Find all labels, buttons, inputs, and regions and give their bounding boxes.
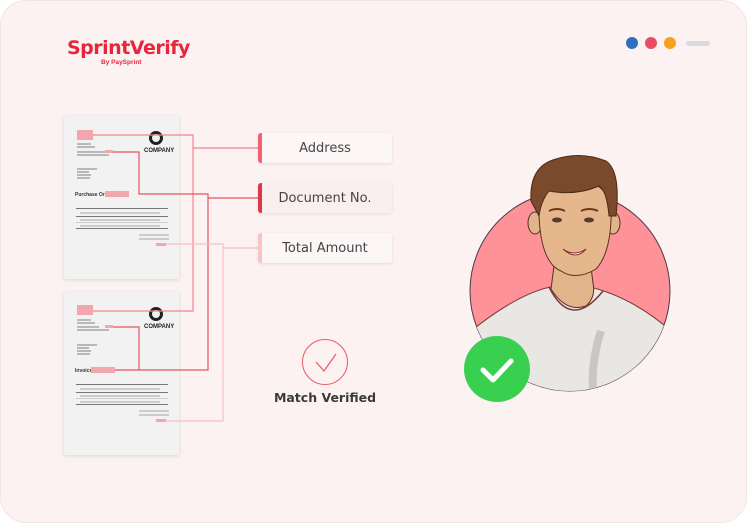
- verified-badge: [464, 336, 530, 402]
- avatar-face: [538, 178, 612, 276]
- verification-card: SprintVerify By PaySprint COMPANY Purcha…: [0, 0, 747, 523]
- user-avatar: [464, 155, 672, 402]
